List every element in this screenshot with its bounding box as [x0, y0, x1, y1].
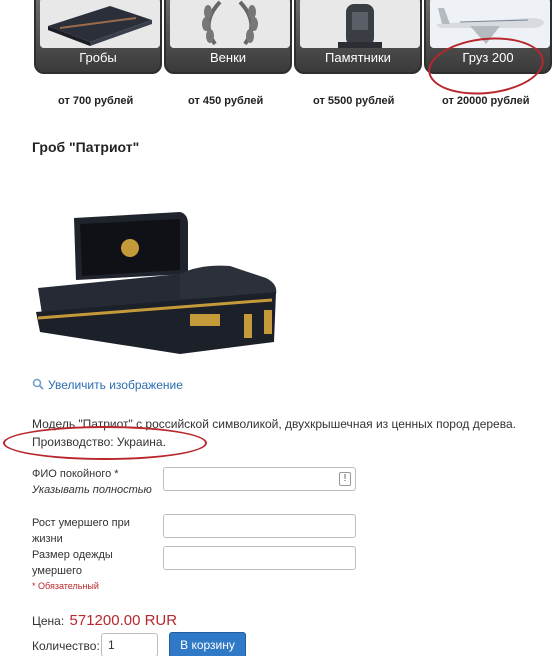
product-title: Гроб "Патриот": [32, 139, 140, 155]
coffin-product-image[interactable]: [30, 196, 282, 366]
price-value: 571200.00 RUR: [69, 612, 178, 629]
add-to-cart-button[interactable]: В корзину: [169, 632, 246, 656]
coffin-thumbnail-icon: [40, 0, 160, 48]
category-price: от 700 рублей: [58, 95, 134, 107]
emblem-icon: [121, 239, 139, 257]
size-label: Размер одежды умершего: [32, 549, 113, 577]
quantity-label: Количество:: [32, 639, 100, 653]
height-input[interactable]: [163, 514, 356, 538]
category-label: Памятники: [325, 50, 391, 65]
price-row: Цена: 571200.00 RUR: [32, 612, 177, 629]
category-price: от 20000 рублей: [442, 95, 530, 107]
quantity-input[interactable]: 1: [101, 633, 158, 656]
fio-hint: Указывать полностью: [32, 484, 152, 496]
monument-thumbnail-icon: [300, 0, 420, 48]
required-note: * Обязательный: [32, 581, 99, 591]
enlarge-image-link[interactable]: Увеличить изображение: [32, 378, 183, 392]
category-price: от 450 рублей: [188, 95, 264, 107]
price-label: Цена:: [32, 614, 65, 628]
enlarge-image-text: Увеличить изображение: [48, 378, 183, 392]
category-label: Венки: [209, 50, 247, 65]
fio-label: ФИО покойного * Указывать полностью: [32, 468, 152, 496]
wreath-thumbnail-icon: [170, 0, 290, 48]
clothing-size-input[interactable]: [163, 546, 356, 570]
category-price: от 5500 рублей: [313, 95, 395, 107]
magnifier-icon: [32, 378, 44, 390]
field-info-icon: !: [339, 472, 351, 486]
height-label: Рост умершего при жизни: [32, 517, 130, 545]
category-tile-monuments[interactable]: Памятники: [294, 0, 422, 74]
category-tile-wreaths[interactable]: Венки: [164, 0, 292, 74]
red-annotation-circle: [3, 426, 207, 460]
fio-input[interactable]: !: [163, 467, 356, 491]
category-label: Гробы: [79, 50, 117, 65]
category-tile-coffins[interactable]: Гробы: [34, 0, 162, 74]
